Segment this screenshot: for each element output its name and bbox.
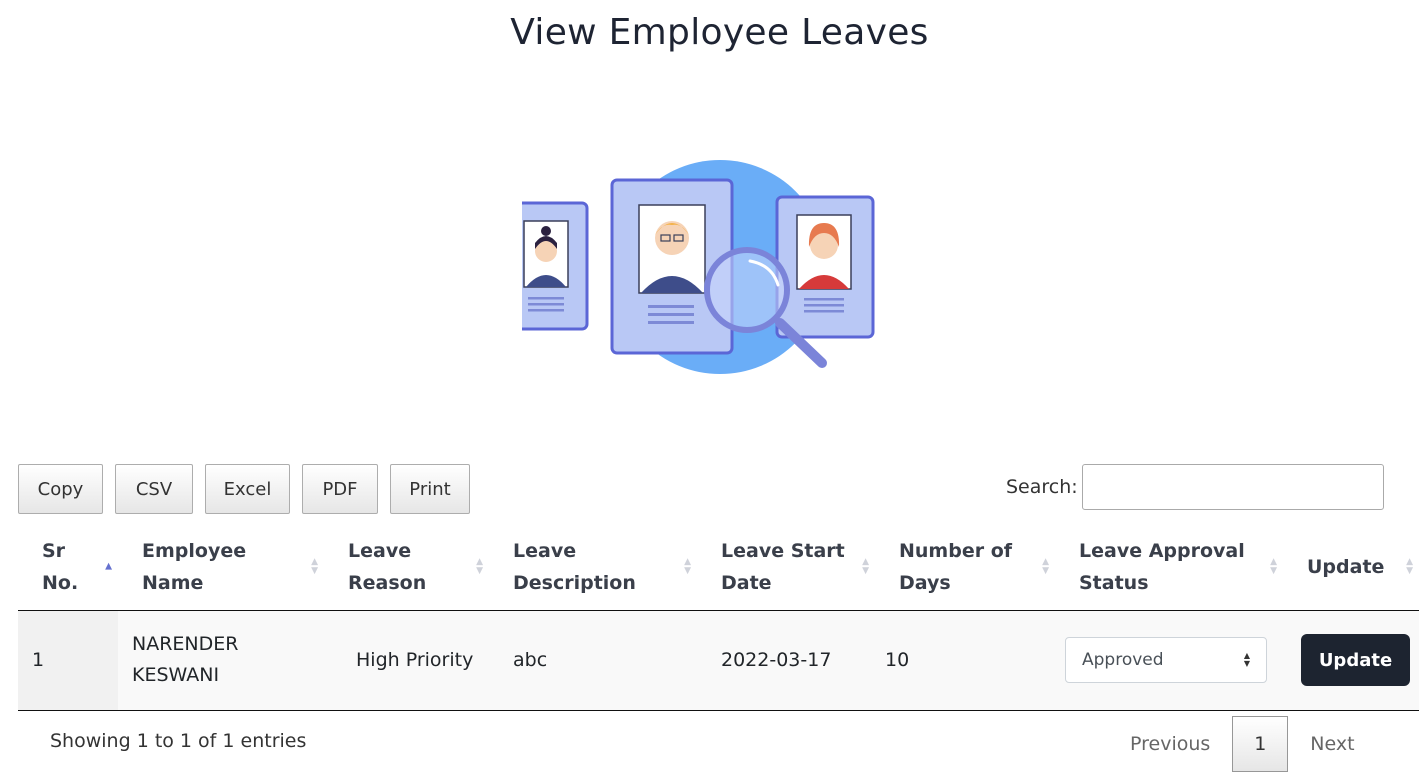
header-label: Leave Approval [1079, 539, 1245, 562]
cell-leave-description: abc [489, 610, 697, 711]
page-1-button[interactable]: 1 [1232, 716, 1289, 772]
sort-icon: ▲ ▼ [311, 556, 318, 576]
header-label: Reason [348, 571, 427, 594]
cell-sr-no: 1 [18, 610, 118, 711]
table-row: 1 NARENDER KESWANI High Priority abc 202… [18, 610, 1419, 711]
update-button[interactable]: Update [1301, 634, 1410, 686]
header-label: Update [1307, 555, 1385, 578]
header-label: Date [721, 571, 772, 594]
sort-icon: ▲ ▼ [476, 556, 483, 576]
search-box: Search: [1006, 464, 1384, 510]
header-number-of-days[interactable]: Number of Days ▲ ▼ [875, 524, 1055, 611]
cell-update: Update [1283, 610, 1419, 711]
header-label: Leave [513, 539, 577, 562]
left-employee-card [522, 201, 589, 331]
header-leave-approval-status[interactable]: Leave Approval Status ▲ ▼ [1055, 524, 1283, 611]
header-label: Employee [142, 539, 247, 562]
excel-button[interactable]: Excel [205, 464, 290, 514]
employee-name-last: KESWANI [132, 664, 220, 686]
header-label: Description [513, 571, 636, 594]
cell-number-of-days: 10 [875, 610, 1055, 711]
header-label: Number of [899, 539, 1013, 562]
entries-info: Showing 1 to 1 of 1 entries [50, 730, 307, 752]
header-sr-no[interactable]: Sr No. ▲ [18, 524, 118, 611]
export-buttons: Copy CSV Excel PDF Print [18, 464, 470, 514]
approval-status-value: Approved [1082, 649, 1164, 670]
page-title: View Employee Leaves [510, 12, 929, 53]
header-update[interactable]: Update ▲ ▼ [1283, 524, 1419, 611]
cell-leave-start-date: 2022-03-17 [697, 610, 875, 711]
header-label: Status [1079, 571, 1149, 594]
header-leave-reason[interactable]: Leave Reason ▲ ▼ [324, 524, 489, 611]
select-arrows-icon: ▲ ▼ [1243, 651, 1250, 668]
print-button[interactable]: Print [390, 464, 470, 514]
employee-name-first: NARENDER [132, 633, 239, 655]
search-input[interactable] [1081, 464, 1384, 510]
leaves-table: Sr No. ▲ Employee Name ▲ ▼ Leave Reason ▲… [18, 524, 1419, 711]
header-leave-start-date[interactable]: Leave Start Date ▲ ▼ [697, 524, 875, 611]
search-label: Search: [1006, 476, 1078, 498]
header-employee-name[interactable]: Employee Name ▲ ▼ [118, 524, 324, 611]
right-employee-card [775, 195, 875, 339]
header-label: No. [42, 571, 79, 594]
sort-icon: ▲ ▼ [1042, 556, 1049, 576]
header-leave-description[interactable]: Leave Description ▲ ▼ [489, 524, 697, 611]
employee-search-illustration [522, 160, 875, 374]
header-label: Sr [42, 539, 66, 562]
header-label: Name [142, 571, 204, 594]
sort-icon: ▲ ▼ [684, 556, 691, 576]
cell-leave-reason: High Priority [324, 610, 489, 711]
table-header-row: Sr No. ▲ Employee Name ▲ ▼ Leave Reason ▲… [18, 524, 1419, 611]
header-label: Days [899, 571, 951, 594]
csv-button[interactable]: CSV [115, 464, 193, 514]
copy-button[interactable]: Copy [18, 464, 103, 514]
cell-approval-status: Approved ▲ ▼ [1055, 610, 1283, 711]
sort-icon: ▲ ▼ [862, 556, 869, 576]
previous-page-button[interactable]: Previous [1108, 716, 1232, 772]
pagination: Previous 1 Next [1108, 716, 1377, 772]
header-label: Leave Start [721, 539, 845, 562]
pdf-button[interactable]: PDF [302, 464, 378, 514]
sort-icon: ▲ ▼ [1406, 556, 1413, 576]
next-page-button[interactable]: Next [1288, 716, 1376, 772]
sort-icon: ▲ [105, 561, 112, 572]
header-label: Leave [348, 539, 412, 562]
approval-status-select[interactable]: Approved ▲ ▼ [1065, 637, 1267, 683]
sort-icon: ▲ ▼ [1270, 556, 1277, 576]
cell-employee-name: NARENDER KESWANI [118, 610, 324, 711]
